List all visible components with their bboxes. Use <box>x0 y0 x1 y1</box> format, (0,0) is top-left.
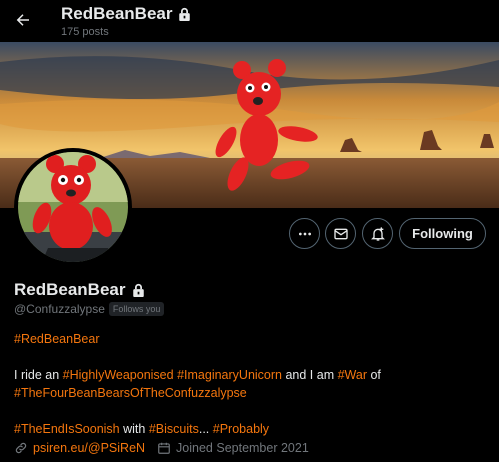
back-button[interactable] <box>8 5 38 35</box>
bio-text: with <box>119 422 149 436</box>
back-arrow-icon <box>16 14 29 26</box>
header-title: RedBeanBear <box>61 4 191 24</box>
avatar[interactable] <box>14 148 132 266</box>
profile-handle: @Confuzzalypse <box>14 302 105 316</box>
calendar-icon <box>158 442 170 454</box>
lock-icon <box>178 7 190 21</box>
link-icon <box>15 442 27 454</box>
bio-spacer <box>14 348 489 366</box>
hashtag-link[interactable]: #War <box>338 368 367 382</box>
profile-bio: #RedBeanBear I ride an #HighlyWeaponised… <box>14 330 489 438</box>
hashtag-link[interactable]: #TheEndIsSoonish <box>14 422 120 436</box>
joined-date: Joined September 2021 <box>176 441 309 455</box>
hashtag-link[interactable]: #RedBeanBear <box>14 332 99 346</box>
handle-row: @Confuzzalypse Follows you <box>14 302 165 316</box>
bio-spacer <box>14 402 489 420</box>
mail-icon <box>333 228 348 239</box>
bell-plus-icon <box>370 226 385 241</box>
following-button[interactable]: Following <box>399 218 486 249</box>
follows-you-badge: Follows you <box>108 302 165 316</box>
bio-text: and I am <box>282 368 338 382</box>
hashtag-link[interactable]: #Probably <box>213 422 269 436</box>
more-button[interactable] <box>289 218 320 249</box>
bio-line-3: #TheFourBeanBearsOfTheConfuzzalypse <box>14 384 489 402</box>
bio-line-4: #TheEndIsSoonish with #Biscuits... #Prob… <box>14 420 489 438</box>
bio-text: of <box>367 368 381 382</box>
bio-text: ... <box>198 422 213 436</box>
profile-meta: psiren.eu/@PSiReN Joined September 2021 <box>14 441 309 455</box>
hashtag-link[interactable]: #TheFourBeanBearsOfTheConfuzzalypse <box>14 386 247 400</box>
bio-line-2: I ride an #HighlyWeaponised #ImaginaryUn… <box>14 366 489 384</box>
display-name-text: RedBeanBear <box>14 280 126 299</box>
profile-display-name: RedBeanBear <box>14 280 145 300</box>
post-count: 175 posts <box>61 26 109 38</box>
message-button[interactable] <box>325 218 356 249</box>
notifications-button[interactable] <box>362 218 393 249</box>
lock-icon <box>132 283 144 297</box>
website-link[interactable]: psiren.eu/@PSiReN <box>33 441 145 455</box>
hashtag-link[interactable]: #HighlyWeaponised <box>63 368 174 382</box>
more-icon <box>298 232 311 235</box>
hashtag-link[interactable]: #ImaginaryUnicorn <box>177 368 282 382</box>
bio-line-1: #RedBeanBear <box>14 330 489 348</box>
bio-text: I ride an <box>14 368 63 382</box>
header-name: RedBeanBear <box>61 4 173 23</box>
hashtag-link[interactable]: #Biscuits <box>149 422 199 436</box>
top-bar: RedBeanBear 175 posts <box>0 0 499 42</box>
